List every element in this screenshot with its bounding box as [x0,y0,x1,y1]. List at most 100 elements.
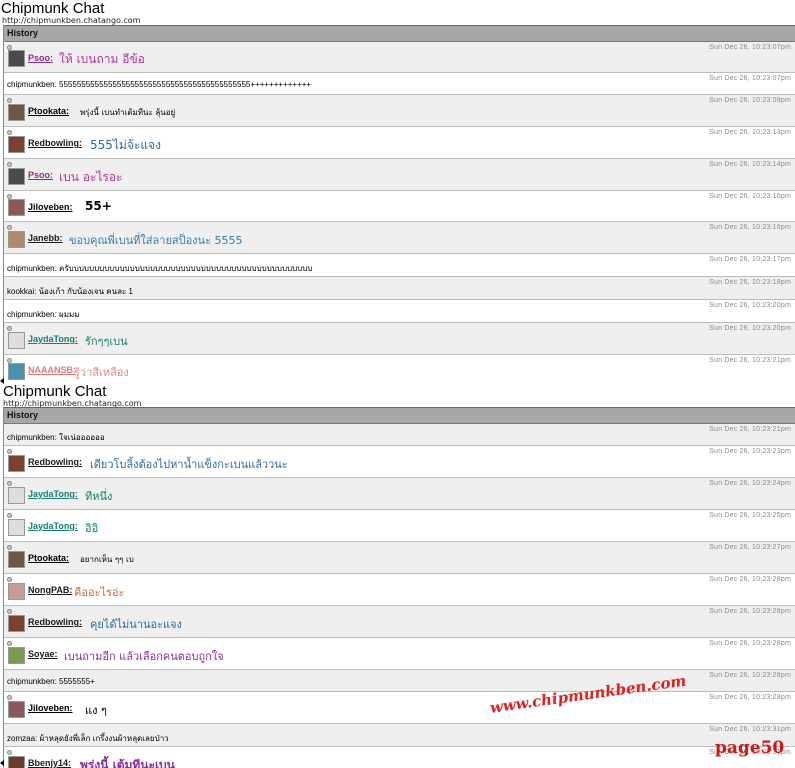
message-text: chipmunkben: ครับบบบบบบบบบบบบบบบบบบบบบบบ… [7,264,313,273]
message-timestamp: Sun Dec 26, 10:23:07pm [709,44,791,51]
message-timestamp: Sun Dec 26, 10:23:25pm [709,512,791,519]
message-text: 555ไม่จ้ะแจง [90,138,161,152]
page-label: page50 [715,738,785,758]
status-dot-icon [7,162,12,167]
status-dot-icon [7,449,12,454]
message-text: เบน อะไรอะ [59,170,123,184]
username-link[interactable]: Ptookata: [28,553,69,563]
username-link[interactable]: Jiloveben: [28,202,73,212]
scroll-left-arrow-icon[interactable] [0,378,4,384]
chat-message-row: Sun Dec 26, 10:23:25pm JaydaTong: อิอิ [4,510,795,542]
message-timestamp: Sun Dec 26, 10:23:16pm [709,193,791,200]
status-dot-icon [7,225,12,230]
user-avatar[interactable] [8,583,25,600]
chat-message-row: Sun Dec 26, 10:23:31pm Bbenjy14: พรุ่งนี้ … [4,747,795,768]
chat-message-row: Sun Dec 26, 10:23:21pm chipmunkben: ใจเน่… [4,424,795,446]
chat-message-row: Sun Dec 26, 10:23:20pm chipmunkben: ผมมม [4,300,795,323]
user-avatar[interactable] [8,168,25,185]
user-avatar[interactable] [8,136,25,153]
message-text: แง ๆ [85,704,107,717]
username-link[interactable]: Soyae: [28,649,58,659]
status-dot-icon [7,750,12,755]
username-link[interactable]: JaydaTong: [28,521,78,531]
username-link[interactable]: Psoo: [28,170,53,180]
chat-message-row: Sun Dec 26, 10:23:28pm Jiloveben: แง ๆ [4,692,795,724]
username-link[interactable]: Psoo: [28,53,53,63]
chat-message-row: Sun Dec 26, 10:23:16pm Jiloveben: 55+ [4,191,795,222]
status-dot-icon [7,481,12,486]
message-text: kookkai: น้องเก้า กับน้องเจน คนละ 1 [7,287,133,296]
user-avatar[interactable] [8,455,25,472]
message-text: ให้ เบนถาม อีข้อ [59,52,145,66]
username-link[interactable]: Bbenjy14: [28,758,71,768]
user-avatar[interactable] [8,615,25,632]
status-dot-icon [7,545,12,550]
message-text: zomzaa: ผ้าหลุดยังพี่เล็ก เกรึ้งงนผ้าหลุ… [7,734,169,743]
chat-message-row: Sun Dec 26, 10:23:14pm Psoo: เบน อะไรอะ [4,159,795,191]
status-dot-icon [7,695,12,700]
message-text: เดียวโบลิ้งต้องไปหาน้ำแข็งกะเบนแล้ววนะ [90,458,288,471]
message-text: ขอบคุณพี่เบนที่ใส่ลายสป็องนะ 5555 [69,234,243,247]
user-avatar[interactable] [8,701,25,718]
user-avatar[interactable] [8,487,25,504]
message-text: พรุ่งนี้ เบนทำเต้มทีนะ ลุ้นอยู่ [80,108,176,117]
user-avatar[interactable] [8,104,25,121]
message-timestamp: Sun Dec 26, 10:23:23pm [709,448,791,455]
username-link[interactable]: NAAANSB: [28,365,76,375]
username-link[interactable]: JaydaTong: [28,334,78,344]
status-dot-icon [7,609,12,614]
user-avatar[interactable] [8,50,25,67]
message-text: อยากเห็น ๆๆ เบ [80,555,134,564]
history-header[interactable]: History [4,25,795,42]
username-link[interactable]: Janebb: [28,233,63,243]
username-link[interactable]: Redbowling: [28,457,82,467]
message-timestamp: Sun Dec 26, 10:23:14pm [709,161,791,168]
chat-panel-bottom: Chipmunk Chat http://chipmunkben.chatang… [0,383,795,768]
user-avatar[interactable] [8,551,25,568]
status-dot-icon [7,98,12,103]
username-link[interactable]: Jiloveben: [28,703,73,713]
message-text: เบนถามอีก แล้วเลือกคนตอบถูกใจ [64,650,224,663]
chat-message-row: Sun Dec 26, 10:23:09pm Ptookata: พรุ่งนี้ … [4,95,795,127]
chat-frame: History Sun Dec 26, 10:23:07pm Psoo: ให้ เ… [3,25,795,383]
message-text: พรุ่งนี้ เต้มทีนะเบน [80,758,175,768]
chat-message-row: Sun Dec 26, 10:23:17pm chipmunkben: ครับบ… [4,254,795,277]
message-list[interactable]: Sun Dec 26, 10:23:07pm Psoo: ให้ เบนถาม อี… [4,42,795,383]
chat-message-row: Sun Dec 26, 10:23:28pm Redbowling: คุยได้ไ… [4,606,795,638]
message-timestamp: Sun Dec 26, 10:23:28pm [709,608,791,615]
message-timestamp: Sun Dec 26, 10:23:20pm [709,325,791,332]
message-list[interactable]: Sun Dec 26, 10:23:21pm chipmunkben: ใจเน่… [4,424,795,768]
message-timestamp: Sun Dec 26, 10:23:27pm [709,544,791,551]
message-text: chipmunkben: ใจเน่ออออออ [7,433,105,442]
status-dot-icon [7,326,12,331]
username-link[interactable]: Redbowling: [28,617,82,627]
chat-message-row: Sun Dec 26, 10:23:13pm Redbowling: 555ไม่จ… [4,127,795,159]
scroll-left-arrow-icon[interactable] [0,760,4,766]
chat-message-row: Sun Dec 26, 10:23:18pm kookkai: น้องเก้า … [4,277,795,300]
username-link[interactable]: Ptookata: [28,106,69,116]
status-dot-icon [7,130,12,135]
chat-message-row: Sun Dec 26, 10:23:21pm NAAANSB: รู้ว่าสีเห… [4,355,795,383]
user-avatar[interactable] [8,519,25,536]
chat-message-row: Sun Dec 26, 10:23:28pm NongPAB: คืออะไรอ่ะ [4,574,795,606]
user-avatar[interactable] [8,332,25,349]
user-avatar[interactable] [8,756,25,768]
message-timestamp: Sun Dec 26, 10:23:16pm [709,224,791,231]
chat-message-row: Sun Dec 26, 10:23:16pm Janebb: ขอบคุณพี่เบ… [4,222,795,254]
username-link[interactable]: NongPAB: [28,585,72,595]
username-link[interactable]: JaydaTong: [28,489,78,499]
user-avatar[interactable] [8,647,25,664]
user-avatar[interactable] [8,199,25,216]
message-timestamp: Sun Dec 26, 10:23:09pm [709,97,791,104]
chat-message-row: Sun Dec 26, 10:23:07pm chipmunkben: 55555… [4,73,795,95]
user-avatar[interactable] [8,363,25,380]
message-text: chipmunkben: 555555555555555555555555555… [7,80,312,89]
message-text: 55+ [85,199,112,213]
username-link[interactable]: Redbowling: [28,138,82,148]
message-timestamp: Sun Dec 26, 10:23:21pm [709,357,791,364]
user-avatar[interactable] [8,231,25,248]
chat-message-row: Sun Dec 26, 10:23:23pm Redbowling: เดียวโบ… [4,446,795,478]
status-dot-icon [7,577,12,582]
history-header[interactable]: History [4,407,795,424]
message-timestamp: Sun Dec 26, 10:23:31pm [709,726,791,733]
